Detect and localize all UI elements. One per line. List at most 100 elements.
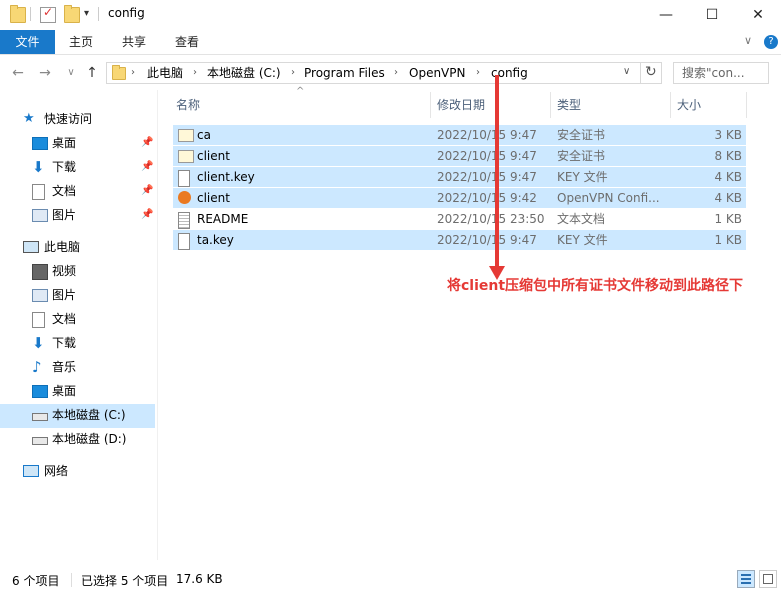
- file-type: 安全证书: [557, 149, 606, 163]
- file-date: 2022/10/15 9:47: [437, 128, 537, 142]
- nav-quick-desktop[interactable]: 桌面 📌: [0, 131, 155, 155]
- divider: [71, 573, 72, 587]
- nav-label: 快速访问: [44, 112, 93, 126]
- file-row[interactable]: client 2022/10/15 9:42 OpenVPN Confi... …: [173, 188, 746, 208]
- breadcrumb-separator[interactable]: ›: [193, 63, 197, 83]
- file-date: 2022/10/15 9:47: [437, 170, 537, 184]
- address-dropdown-icon[interactable]: ∨: [623, 66, 630, 77]
- forward-button[interactable]: →: [36, 64, 54, 82]
- maximize-button[interactable]: ☐: [689, 0, 735, 30]
- column-header-type[interactable]: 类型: [557, 92, 581, 118]
- breadcrumb-separator[interactable]: ›: [131, 63, 135, 83]
- nav-pc-music[interactable]: ♪ 音乐: [0, 355, 155, 379]
- file-name: README: [197, 212, 249, 226]
- tab-home[interactable]: 主页: [55, 30, 107, 54]
- file-row[interactable]: client 2022/10/15 9:47 安全证书 8 KB: [173, 146, 746, 166]
- pane-divider[interactable]: [157, 90, 158, 560]
- close-button[interactable]: ✕: [735, 0, 781, 30]
- address-bar[interactable]: › 此电脑 › 本地磁盘 (C:) › Program Files › Open…: [106, 62, 662, 84]
- nav-network[interactable]: 网络: [0, 459, 155, 483]
- new-folder-icon[interactable]: [64, 5, 80, 23]
- tab-share[interactable]: 共享: [108, 30, 160, 54]
- column-header-size[interactable]: 大小: [677, 92, 701, 118]
- pin-icon[interactable]: 📌: [141, 179, 153, 203]
- back-button[interactable]: ←: [9, 64, 27, 82]
- file-row[interactable]: README 2022/10/15 23:50 文本文档 1 KB: [173, 209, 746, 229]
- video-icon: [32, 264, 48, 280]
- breadcrumb-openvpn[interactable]: OpenVPN: [409, 63, 465, 83]
- properties-icon[interactable]: ✓: [40, 5, 56, 23]
- file-name: client: [197, 149, 230, 163]
- tab-file[interactable]: 文件: [0, 30, 55, 54]
- column-header-date[interactable]: 修改日期: [437, 92, 485, 118]
- file-type: KEY 文件: [557, 233, 608, 247]
- drive-icon: [32, 437, 48, 445]
- sort-ascending-icon: ^: [296, 86, 305, 97]
- folder-icon: [10, 5, 26, 23]
- tab-view[interactable]: 查看: [161, 30, 213, 54]
- drive-icon: [32, 413, 48, 421]
- file-date: 2022/10/15 9:42: [437, 191, 537, 205]
- file-row[interactable]: client.key 2022/10/15 9:47 KEY 文件 4 KB: [173, 167, 746, 187]
- column-header-name[interactable]: 名称: [176, 92, 200, 118]
- breadcrumb-separator[interactable]: ›: [394, 63, 398, 83]
- nav-pc-documents[interactable]: 文档: [0, 307, 155, 331]
- nav-drive-c[interactable]: 本地磁盘 (C:): [0, 403, 155, 427]
- search-input[interactable]: 搜索"con...: [673, 62, 769, 84]
- up-button[interactable]: ↑: [83, 64, 101, 82]
- nav-drive-d[interactable]: 本地磁盘 (D:): [0, 427, 155, 451]
- divider: [640, 63, 641, 83]
- nav-quick-access[interactable]: ★ 快速访问: [0, 107, 155, 131]
- divider: [30, 7, 31, 21]
- pin-icon[interactable]: 📌: [141, 203, 153, 227]
- nav-this-pc[interactable]: 此电脑: [0, 235, 155, 259]
- nav-pc-pictures[interactable]: 图片: [0, 283, 155, 307]
- recent-locations-button[interactable]: ∨: [62, 64, 80, 82]
- nav-label: 桌面: [52, 136, 77, 150]
- annotation-text: 将client压缩包中所有证书文件移动到此路径下: [447, 278, 744, 294]
- nav-pc-desktop[interactable]: 桌面: [0, 379, 155, 403]
- file-date: 2022/10/15 9:47: [437, 149, 537, 163]
- blank-file-icon: [178, 233, 190, 250]
- breadcrumb-separator[interactable]: ›: [476, 63, 480, 83]
- help-icon[interactable]: ?: [764, 35, 778, 49]
- column-divider[interactable]: [430, 92, 431, 118]
- pin-icon[interactable]: 📌: [141, 155, 153, 179]
- minimize-button[interactable]: —: [643, 0, 689, 30]
- breadcrumb-this-pc[interactable]: 此电脑: [147, 63, 183, 83]
- file-name: ta.key: [197, 233, 234, 247]
- large-icons-view-icon: [763, 574, 773, 584]
- file-type: 安全证书: [557, 128, 606, 142]
- nav-quick-pictures[interactable]: 图片 📌: [0, 203, 155, 227]
- nav-quick-documents[interactable]: 文档 📌: [0, 179, 155, 203]
- pin-icon[interactable]: 📌: [141, 131, 153, 155]
- computer-icon: [23, 241, 39, 253]
- breadcrumb-separator[interactable]: ›: [291, 63, 295, 83]
- nav-quick-downloads[interactable]: ⬇ 下载 📌: [0, 155, 155, 179]
- column-divider[interactable]: [746, 92, 747, 118]
- desktop-icon: [32, 137, 48, 150]
- customize-quick-access-icon[interactable]: ▾: [84, 8, 89, 19]
- nav-pc-videos[interactable]: 视频: [0, 259, 155, 283]
- column-divider[interactable]: [670, 92, 671, 118]
- star-icon: ★: [23, 111, 35, 126]
- file-size: 1 KB: [714, 212, 742, 226]
- column-divider[interactable]: [550, 92, 551, 118]
- annotation-arrow-line: [495, 75, 499, 270]
- breadcrumb-program-files[interactable]: Program Files: [304, 63, 385, 83]
- breadcrumb-drive-c[interactable]: 本地磁盘 (C:): [207, 63, 281, 83]
- refresh-icon[interactable]: ↻: [645, 64, 657, 80]
- large-icons-view-button[interactable]: [759, 570, 777, 588]
- nav-pc-downloads[interactable]: ⬇ 下载: [0, 331, 155, 355]
- nav-label: 文档: [52, 312, 77, 326]
- nav-label: 图片: [52, 208, 77, 222]
- file-row[interactable]: ta.key 2022/10/15 9:47 KEY 文件 1 KB: [173, 230, 746, 250]
- document-icon: [32, 312, 45, 328]
- network-icon: [23, 465, 39, 477]
- music-icon: ♪: [32, 358, 42, 376]
- nav-label: 桌面: [52, 384, 77, 398]
- expand-ribbon-icon[interactable]: ∨: [744, 34, 752, 47]
- nav-label: 下载: [52, 160, 77, 174]
- file-row[interactable]: ca 2022/10/15 9:47 安全证书 3 KB: [173, 125, 746, 145]
- details-view-button[interactable]: [737, 570, 755, 588]
